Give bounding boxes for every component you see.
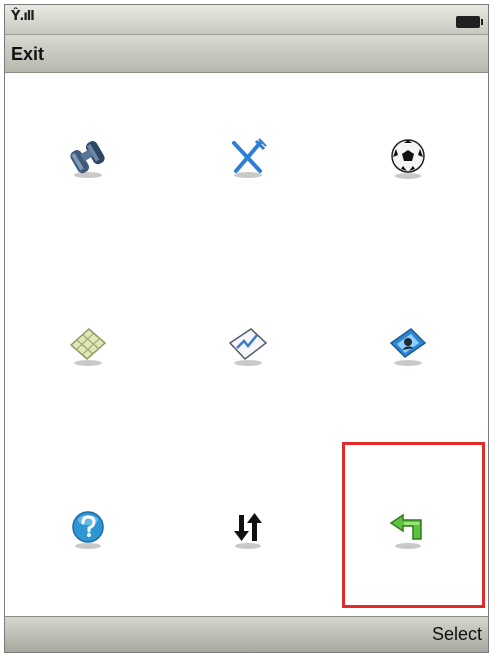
status-bar: Ŷ.ıll: [5, 5, 488, 35]
menu-item-charts[interactable]: [169, 261, 327, 431]
fork-knife-icon: [223, 133, 273, 183]
title-bar: Exit: [5, 35, 488, 73]
chart-icon: [223, 321, 273, 371]
menu-item-help[interactable]: [9, 443, 167, 613]
menu-item-map[interactable]: [9, 261, 167, 431]
menu-item-contacts[interactable]: [329, 261, 487, 431]
signal-strength-icon: Ŷ.ıll: [11, 9, 35, 24]
contact-card-icon: [383, 321, 433, 371]
help-icon: [63, 503, 113, 553]
soccer-ball-icon: [383, 133, 433, 183]
map-grid-icon: [63, 321, 113, 371]
battery-icon: [456, 16, 483, 28]
selection-highlight: [342, 442, 485, 608]
menu-item-sports[interactable]: [329, 73, 487, 243]
menu-item-sort[interactable]: [169, 443, 327, 613]
exit-softkey-label[interactable]: Exit: [11, 44, 44, 65]
menu-item-restaurants[interactable]: [169, 73, 327, 243]
select-softkey-label[interactable]: Select: [432, 624, 482, 645]
menu-item-binoculars[interactable]: [9, 73, 167, 243]
binoculars-icon: [63, 133, 113, 183]
phone-screen: Ŷ.ıll Exit Select: [4, 4, 489, 653]
sort-arrows-icon: [223, 503, 273, 553]
softkey-bar: Select: [5, 616, 488, 652]
